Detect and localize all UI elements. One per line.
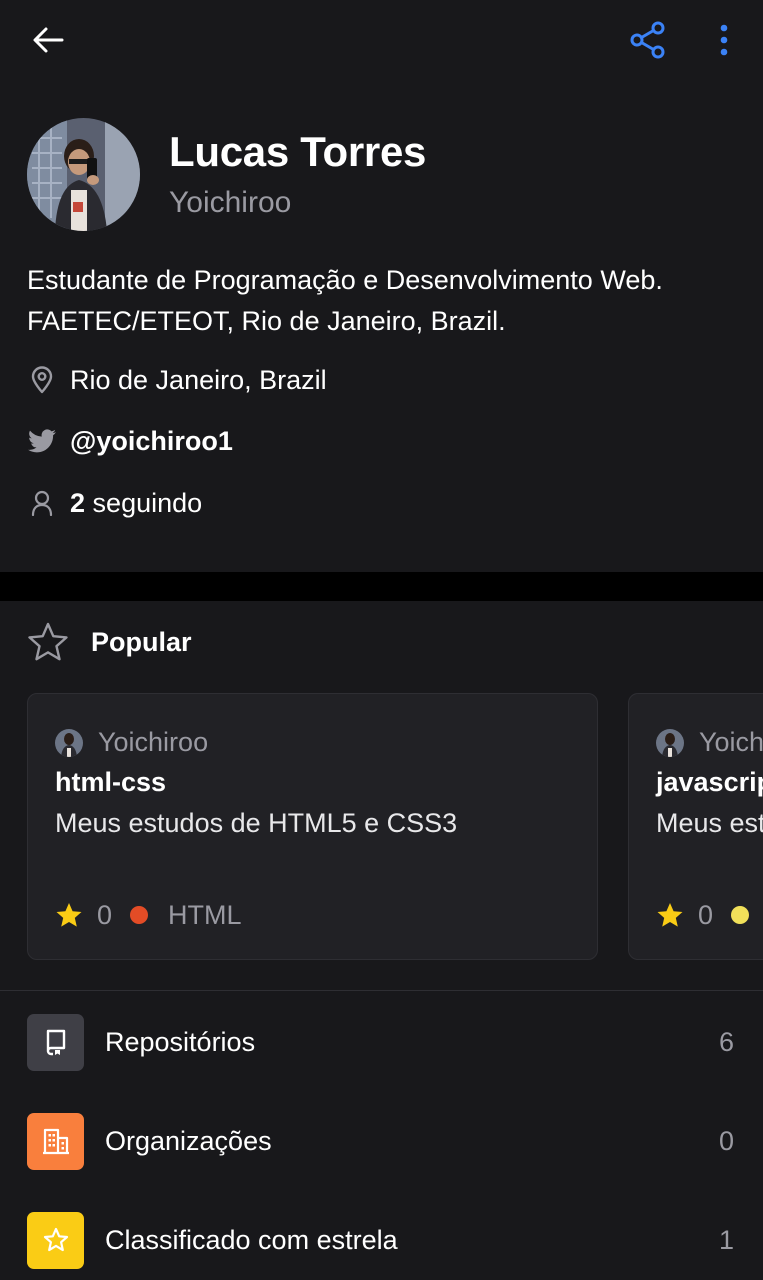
repo-description: Meus estudos de HTML5 e CSS3 xyxy=(55,808,458,838)
repo-card[interactable]: Yoichiroo javascript Meus estudos 0 xyxy=(628,693,763,960)
location-pin-icon xyxy=(27,365,57,395)
repo-meta: 0 HTML xyxy=(55,898,242,932)
menu-item-count: 6 xyxy=(718,1026,734,1057)
repo-description: Meus estudos xyxy=(656,808,763,838)
popular-title: Popular xyxy=(91,626,192,657)
menu-item-label: Repositórios xyxy=(105,1026,256,1057)
following-label: seguindo xyxy=(92,487,203,518)
repo-name: javascript xyxy=(656,767,763,797)
star-filled-icon xyxy=(56,903,82,927)
twitter-handle[interactable]: @yoichiroo1 xyxy=(70,426,233,457)
profile-screen: Lucas Torres Yoichiroo Estudante de Prog… xyxy=(0,0,763,1280)
language-color-dot xyxy=(731,906,750,924)
star-count: 0 xyxy=(698,899,714,930)
more-options-button[interactable] xyxy=(706,18,742,62)
arrow-left-icon xyxy=(33,27,64,53)
menu-item-starred[interactable]: Classificado com estrela 1 xyxy=(0,1210,763,1270)
repo-meta: 0 xyxy=(656,898,763,932)
profile-login: Yoichiroo xyxy=(169,186,292,219)
avatar[interactable] xyxy=(27,118,140,231)
repo-owner: Yoichiroo xyxy=(656,727,763,758)
repo-card[interactable]: Yoichiroo html-css Meus estudos de HTML5… xyxy=(27,693,598,960)
popular-section-header: Popular xyxy=(27,621,192,663)
share-icon xyxy=(630,21,665,59)
star-icon xyxy=(27,1211,84,1269)
person-icon xyxy=(27,488,57,518)
menu-item-count: 0 xyxy=(718,1125,734,1156)
language-color-dot xyxy=(130,906,149,924)
list-separator xyxy=(0,990,763,991)
bio-line: FAETEC/ETEOT, Rio de Janeiro, Brazil. xyxy=(27,306,506,336)
star-filled-icon xyxy=(657,903,683,927)
menu-item-organizations[interactable]: Organizações 0 xyxy=(0,1111,763,1171)
language-name: HTML xyxy=(168,899,242,930)
owner-name: Yoichiroo xyxy=(699,727,763,757)
share-button[interactable] xyxy=(626,18,670,62)
profile-name: Lucas Torres xyxy=(169,128,427,175)
organization-icon xyxy=(27,1112,84,1170)
top-app-bar xyxy=(0,0,763,80)
star-count: 0 xyxy=(97,899,113,930)
menu-item-repositories[interactable]: Repositórios 6 xyxy=(0,1012,763,1072)
repo-owner: Yoichiroo xyxy=(55,727,208,758)
owner-avatar xyxy=(55,728,83,757)
kebab-menu-icon xyxy=(720,24,728,56)
location-row: Rio de Janeiro, Brazil xyxy=(27,360,327,400)
twitter-row[interactable]: @yoichiroo1 xyxy=(27,421,233,461)
owner-name: Yoichiroo xyxy=(98,727,209,757)
repo-name: html-css xyxy=(55,767,167,797)
bio-line: Estudante de Programação e Desenvolvimen… xyxy=(27,265,663,295)
twitter-icon xyxy=(27,426,57,456)
location-text: Rio de Janeiro, Brazil xyxy=(70,364,327,395)
section-divider xyxy=(0,572,763,601)
menu-item-count: 1 xyxy=(718,1224,734,1255)
owner-avatar xyxy=(656,728,684,757)
star-outline-icon xyxy=(27,621,69,663)
back-button[interactable] xyxy=(26,20,70,60)
following-row[interactable]: 2 seguindo xyxy=(27,483,202,523)
menu-item-label: Classificado com estrela xyxy=(105,1224,398,1255)
repo-icon xyxy=(27,1013,84,1071)
following-count: 2 xyxy=(70,487,86,518)
menu-item-label: Organizações xyxy=(105,1125,272,1156)
profile-bio: Estudante de Programação e Desenvolvimen… xyxy=(27,260,747,342)
